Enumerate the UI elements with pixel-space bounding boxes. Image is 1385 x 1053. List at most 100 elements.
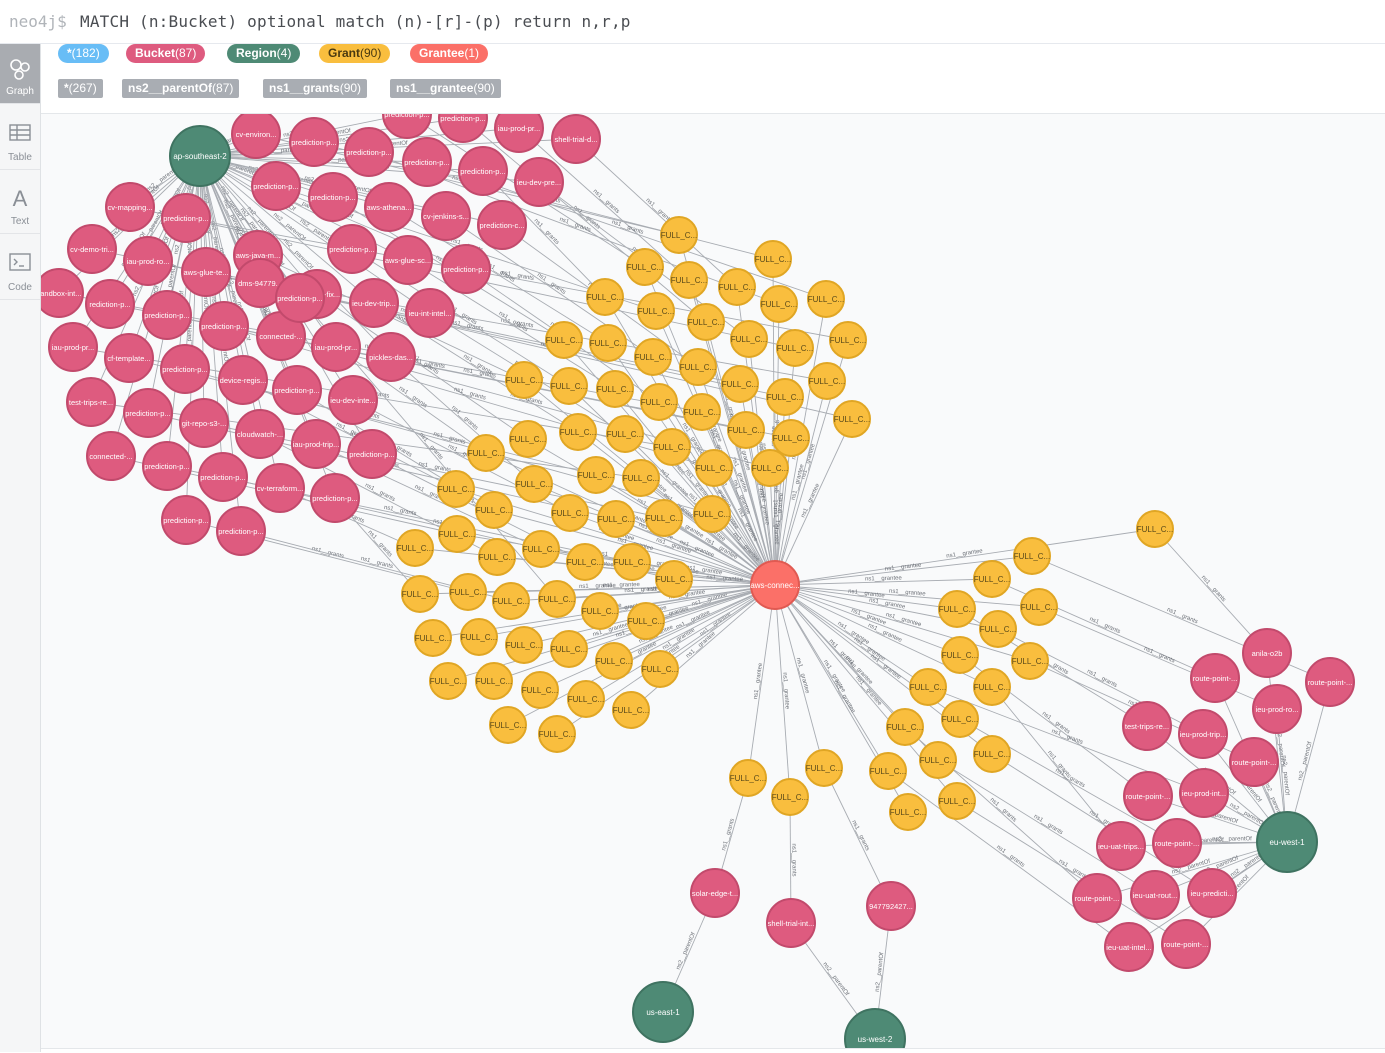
bucket-node[interactable]: ieu-uat-rout... bbox=[1130, 870, 1180, 920]
grant-node[interactable]: FULL_C... bbox=[538, 580, 576, 618]
bucket-node[interactable]: route-point-... bbox=[1072, 873, 1122, 923]
bucket-node[interactable]: ieu-uat-trips... bbox=[1096, 821, 1146, 871]
relationship-edge[interactable] bbox=[1154, 528, 1268, 654]
grant-node[interactable]: FULL_C... bbox=[509, 420, 547, 458]
bucket-node[interactable]: 947792427... bbox=[866, 881, 916, 931]
bucket-node[interactable]: iau-prod-pr... bbox=[311, 322, 361, 372]
grant-node[interactable]: FULL_C... bbox=[771, 778, 809, 816]
bucket-node[interactable]: prediction-p... bbox=[251, 161, 301, 211]
grant-node[interactable]: FULL_C... bbox=[489, 706, 527, 744]
grant-node[interactable]: FULL_C... bbox=[693, 495, 731, 533]
grant-node[interactable]: FULL_C... bbox=[550, 367, 588, 405]
grant-node[interactable]: FULL_C... bbox=[660, 216, 698, 254]
rel-tag-all[interactable]: *(267) bbox=[58, 79, 103, 98]
region-node[interactable]: eu-west-1 bbox=[1256, 811, 1318, 873]
bucket-node[interactable]: route-point-... bbox=[1161, 919, 1211, 969]
bucket-node[interactable]: prediction-p... bbox=[308, 172, 358, 222]
grant-node[interactable]: FULL_C... bbox=[754, 240, 792, 278]
grant-node[interactable]: FULL_C... bbox=[567, 680, 605, 718]
query-editor[interactable]: neo4j$ MATCH (n:Bucket) optional match (… bbox=[0, 0, 1385, 44]
grant-node[interactable]: FULL_C... bbox=[1013, 537, 1051, 575]
bucket-node[interactable]: prediction-p... bbox=[198, 452, 248, 502]
bucket-node[interactable]: ieu-dev-trip... bbox=[349, 278, 399, 328]
grant-node[interactable]: FULL_C... bbox=[478, 538, 516, 576]
bucket-node[interactable]: ieu-uat-intel... bbox=[1104, 922, 1154, 972]
relationship-edge[interactable] bbox=[774, 584, 958, 610]
bucket-node[interactable]: prediction-p... bbox=[142, 290, 192, 340]
grant-node[interactable]: FULL_C... bbox=[505, 626, 543, 664]
bucket-node[interactable]: prediction-p... bbox=[347, 429, 397, 479]
grant-node[interactable]: FULL_C... bbox=[973, 735, 1011, 773]
bucket-node[interactable]: iau-prod-trip... bbox=[291, 419, 341, 469]
bucket-node[interactable]: cv-demo-tri... bbox=[67, 224, 117, 274]
grant-node[interactable]: FULL_C... bbox=[772, 419, 810, 457]
bucket-node[interactable]: ieu-predicti... bbox=[1187, 868, 1237, 918]
bucket-node[interactable]: prediction-p... bbox=[160, 344, 210, 394]
sidebar-item-code[interactable]: Code bbox=[0, 240, 40, 300]
bucket-node[interactable]: prediction-p... bbox=[275, 273, 325, 323]
grant-node[interactable]: FULL_C... bbox=[655, 560, 693, 598]
grant-node[interactable]: FULL_C... bbox=[613, 543, 651, 581]
bucket-node[interactable]: prediction-p... bbox=[402, 137, 452, 187]
bucket-node[interactable]: prediction-p... bbox=[344, 127, 394, 177]
bucket-node[interactable]: test-trips-re... bbox=[66, 377, 116, 427]
grant-node[interactable]: FULL_C... bbox=[505, 361, 543, 399]
grant-node[interactable]: FULL_C... bbox=[467, 434, 505, 472]
bucket-node[interactable]: pickles-das... bbox=[366, 332, 416, 382]
bucket-node[interactable]: git-repo-s3-... bbox=[179, 398, 229, 448]
bucket-node[interactable]: prediction-c... bbox=[477, 200, 527, 250]
grant-node[interactable]: FULL_C... bbox=[586, 278, 624, 316]
bucket-node[interactable]: prediction-p... bbox=[327, 224, 377, 274]
bucket-node[interactable]: cv-terraform... bbox=[255, 463, 305, 513]
bucket-node[interactable]: route-point-... bbox=[1305, 657, 1355, 707]
grant-node[interactable]: FULL_C... bbox=[886, 708, 924, 746]
grant-node[interactable]: FULL_C... bbox=[429, 662, 467, 700]
grant-node[interactable]: FULL_C... bbox=[550, 630, 588, 668]
bucket-node[interactable]: iau-prod-pr... bbox=[48, 322, 98, 372]
bucket-node[interactable]: ieu-prod-int... bbox=[1179, 768, 1229, 818]
grant-node[interactable]: FULL_C... bbox=[437, 470, 475, 508]
bucket-node[interactable]: cloudwatch-... bbox=[235, 409, 285, 459]
bucket-node[interactable]: ieu-prod-ro... bbox=[1252, 684, 1302, 734]
grant-node[interactable]: FULL_C... bbox=[751, 449, 789, 487]
grant-node[interactable]: FULL_C... bbox=[521, 671, 559, 709]
bucket-node[interactable]: ieu-dev-inte... bbox=[328, 375, 378, 425]
grant-node[interactable]: FULL_C... bbox=[581, 592, 619, 630]
bucket-node[interactable]: route-point-... bbox=[1123, 771, 1173, 821]
label-pill-bucket[interactable]: Bucket(87) bbox=[126, 44, 206, 63]
sidebar-item-table[interactable]: Table bbox=[0, 110, 40, 170]
bucket-node[interactable]: prediction-p... bbox=[289, 117, 339, 167]
grant-node[interactable]: FULL_C... bbox=[596, 370, 634, 408]
bucket-node[interactable]: prediction-p... bbox=[161, 495, 211, 545]
grant-node[interactable]: FULL_C... bbox=[973, 560, 1011, 598]
bucket-node[interactable]: prediction-p... bbox=[161, 193, 211, 243]
bucket-node[interactable]: cv-environ... bbox=[231, 114, 281, 159]
grant-node[interactable]: FULL_C... bbox=[577, 456, 615, 494]
bucket-node[interactable]: cv-jenkins-s... bbox=[421, 191, 471, 241]
grant-node[interactable]: FULL_C... bbox=[449, 573, 487, 611]
grant-node[interactable]: FULL_C... bbox=[645, 499, 683, 537]
bucket-node[interactable]: ieu-dev-pre... bbox=[514, 157, 564, 207]
grant-node[interactable]: FULL_C... bbox=[833, 400, 871, 438]
grant-node[interactable]: FULL_C... bbox=[919, 741, 957, 779]
bucket-node[interactable]: aws-glue-sc... bbox=[383, 235, 433, 285]
label-pill-grantee[interactable]: Grantee(1) bbox=[410, 44, 489, 63]
grant-node[interactable]: FULL_C... bbox=[545, 321, 583, 359]
grant-node[interactable]: FULL_C... bbox=[670, 261, 708, 299]
query-text[interactable]: MATCH (n:Bucket) optional match (n)-[r]-… bbox=[80, 12, 631, 31]
grant-node[interactable]: FULL_C... bbox=[538, 715, 576, 753]
bucket-node[interactable]: ieu-prod-trip... bbox=[1178, 709, 1228, 759]
grant-node[interactable]: FULL_C... bbox=[766, 378, 804, 416]
grant-node[interactable]: FULL_C... bbox=[515, 465, 553, 503]
bucket-node[interactable]: cv-mapping... bbox=[105, 182, 155, 232]
bucket-node[interactable]: anila-o2b bbox=[1242, 628, 1292, 678]
graph-canvas[interactable]: ns1__grantee ns1__grantee ns1__grantee ns1_… bbox=[41, 113, 1385, 1049]
grant-node[interactable]: FULL_C... bbox=[730, 320, 768, 358]
grant-node[interactable]: FULL_C... bbox=[595, 642, 633, 680]
relationship-edge[interactable] bbox=[774, 528, 1156, 586]
bucket-node[interactable]: iau-prod-ro... bbox=[123, 236, 173, 286]
grant-node[interactable]: FULL_C... bbox=[559, 413, 597, 451]
grant-node[interactable]: FULL_C... bbox=[589, 324, 627, 362]
grant-node[interactable]: FULL_C... bbox=[622, 459, 660, 497]
grant-node[interactable]: FULL_C... bbox=[807, 280, 845, 318]
